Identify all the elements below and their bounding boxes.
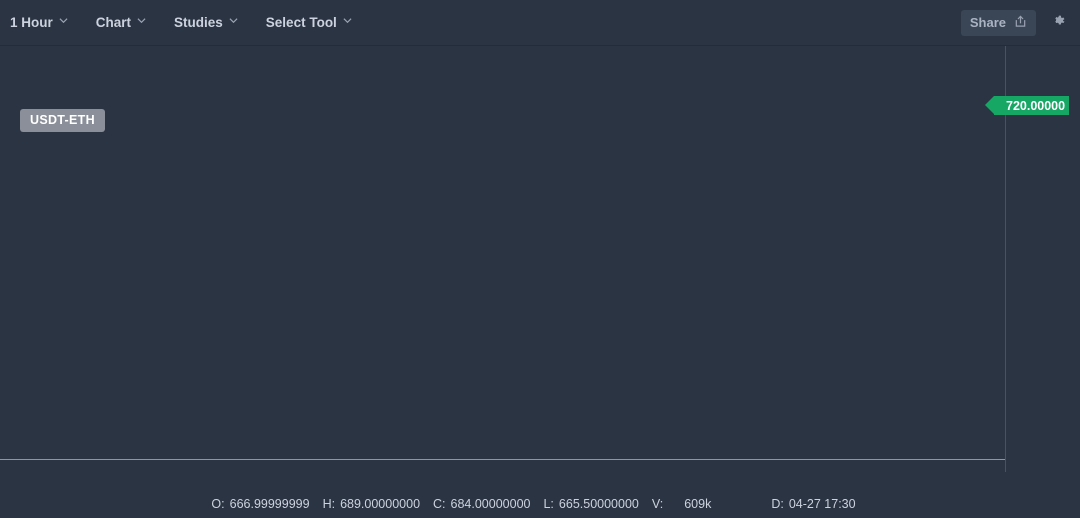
studies-menu[interactable]: Studies [160, 0, 252, 46]
volume-label: V: [651, 497, 664, 511]
share-icon [1014, 15, 1027, 31]
high-value: 689.00000000 [340, 497, 421, 511]
low-label: L: [543, 497, 554, 511]
top-toolbar: 1 Hour Chart Studies Select Tool Share [0, 0, 1080, 46]
low-stat: L: 665.50000000 [543, 497, 638, 511]
volume-value: 609k [684, 497, 712, 511]
timeframe-label: 1 Hour [10, 15, 53, 30]
chart-application: 1 Hour Chart Studies Select Tool Share U… [0, 0, 1080, 518]
date-value: 04-27 17:30 [788, 497, 856, 511]
chevron-down-icon [59, 16, 68, 25]
close-label: C: [433, 497, 446, 511]
date-stat: D: 04-27 17:30 [771, 497, 855, 511]
high-stat: H: 689.00000000 [323, 497, 420, 511]
share-button-label: Share [969, 15, 1006, 30]
close-value: 684.00000000 [450, 497, 531, 511]
gear-icon [1051, 13, 1066, 33]
chevron-down-icon [229, 16, 238, 25]
open-label: O: [211, 497, 225, 511]
high-label: H: [322, 497, 336, 511]
open-value: 666.99999999 [229, 497, 310, 511]
chart-menu-label: Chart [95, 15, 132, 30]
settings-button[interactable] [1044, 9, 1072, 37]
chevron-down-icon [137, 16, 146, 25]
candlestick-svg [0, 46, 1005, 472]
share-button[interactable]: Share [960, 9, 1036, 36]
y-axis-labels [1006, 46, 1080, 472]
open-stat: O: 666.99999999 [211, 497, 309, 511]
timeframe-selector[interactable]: 1 Hour [0, 0, 82, 46]
price-plot[interactable] [0, 46, 1005, 472]
x-axis-line [0, 459, 1005, 460]
symbol-badge: USDT-ETH [20, 109, 105, 132]
close-stat: C: 684.00000000 [433, 497, 530, 511]
chart-menu[interactable]: Chart [82, 0, 160, 46]
select-tool-label: Select Tool [265, 15, 337, 30]
date-label: D: [771, 497, 784, 511]
low-value: 665.50000000 [558, 497, 639, 511]
chevron-down-icon [343, 16, 352, 25]
chart-area[interactable]: USDT-ETH 720.00000 [0, 46, 1080, 472]
select-tool-menu[interactable]: Select Tool [252, 0, 366, 46]
volume-stat: V: 609k [652, 497, 711, 511]
ohlc-status-bar: O: 666.99999999 H: 689.00000000 C: 684.0… [0, 490, 1080, 518]
studies-menu-label: Studies [174, 15, 223, 30]
